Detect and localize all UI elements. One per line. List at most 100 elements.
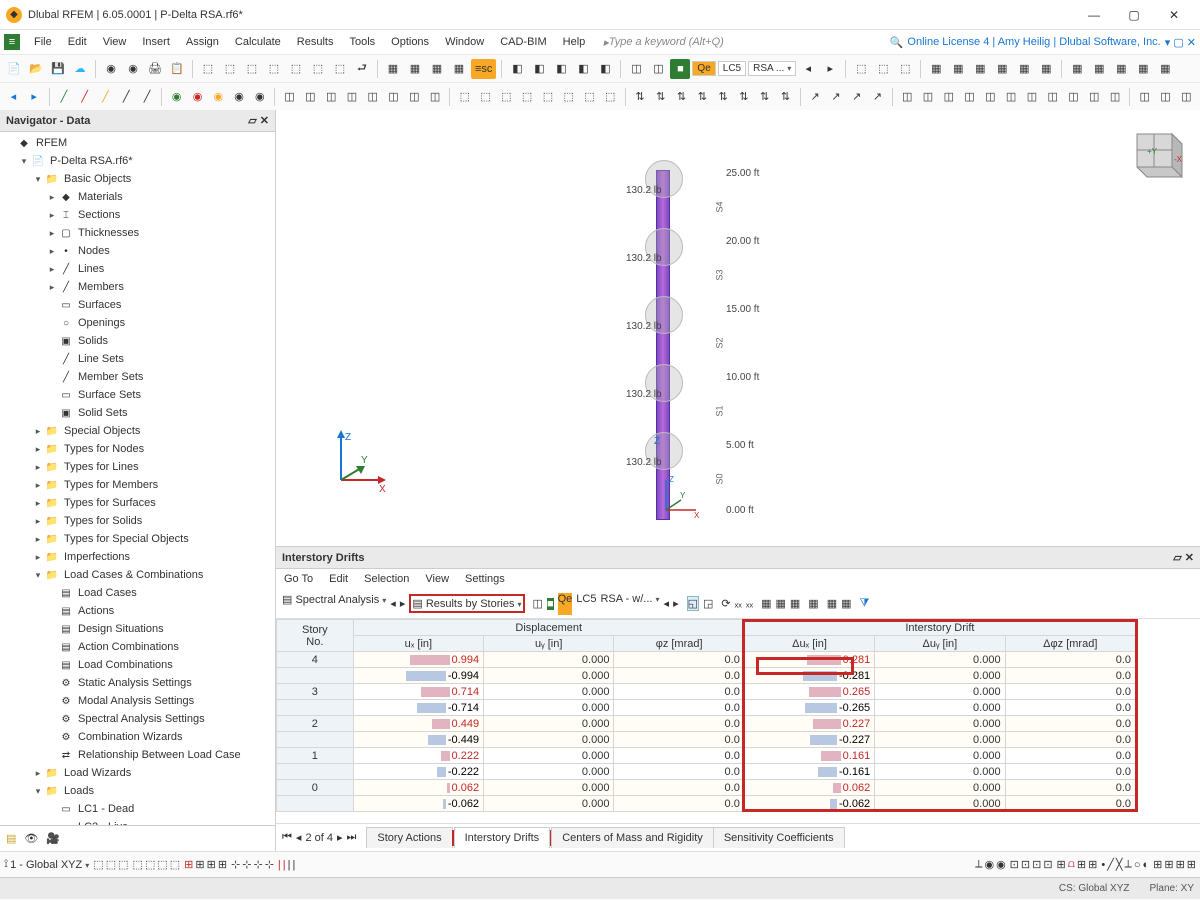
bt-btn[interactable]: ⬚: [170, 858, 180, 871]
tb-btn[interactable]: ⬚: [286, 59, 306, 79]
tree-basic-1[interactable]: ▸⌶Sections: [0, 206, 275, 224]
menu-file[interactable]: File: [26, 36, 60, 48]
tb-btn[interactable]: ▦: [1014, 59, 1034, 79]
bt-btn[interactable]: ⊡: [1010, 858, 1019, 871]
menu-calculate[interactable]: Calculate: [227, 36, 289, 48]
tab-story-actions[interactable]: Story Actions: [366, 827, 452, 848]
menu-cadbim[interactable]: CAD-BIM: [492, 36, 554, 48]
tab-sensitivity[interactable]: Sensitivity Coefficients: [713, 827, 845, 848]
next-icon[interactable]: ▸: [820, 59, 840, 79]
tb-btn[interactable]: ◧: [595, 59, 615, 79]
tb2-btn[interactable]: ◫: [1106, 87, 1125, 107]
tree-types-3[interactable]: ▸📁Types for Members: [0, 476, 275, 494]
tree-basic-6[interactable]: ▭Surfaces: [0, 296, 275, 314]
tb2-btn[interactable]: ◫: [1135, 87, 1154, 107]
bt-btn[interactable]: ◉: [996, 858, 1006, 871]
dock-icon[interactable]: ▱: [248, 115, 256, 127]
tb-btn[interactable]: ▦: [405, 59, 425, 79]
menu-tools[interactable]: Tools: [341, 36, 383, 48]
tb2-btn[interactable]: ◫: [960, 87, 979, 107]
tree-basic-11[interactable]: ▭Surface Sets: [0, 386, 275, 404]
new-icon[interactable]: 📄: [4, 59, 24, 79]
bt-btn[interactable]: ⟟: [4, 858, 8, 871]
tb-btn[interactable]: ⬚: [873, 59, 893, 79]
tb-btn[interactable]: ■: [670, 59, 690, 79]
tb-btn[interactable]: ⬚: [330, 59, 350, 79]
nav-eye-icon[interactable]: 👁: [24, 832, 38, 845]
tree-loads[interactable]: ▾📁Loads: [0, 782, 275, 800]
bt-btn[interactable]: ╳: [1116, 858, 1123, 871]
panel-close-icon[interactable]: ✕: [1185, 552, 1194, 564]
tb2-btn[interactable]: ◫: [1023, 87, 1042, 107]
tb2-btn[interactable]: ⬚: [476, 87, 495, 107]
tb2-btn[interactable]: ◉: [167, 87, 186, 107]
prev-icon[interactable]: ◂: [296, 831, 302, 844]
tb-btn[interactable]: ▦: [449, 59, 469, 79]
tree-basic-10[interactable]: ╱Member Sets: [0, 368, 275, 386]
tab-centers[interactable]: Centers of Mass and Rigidity: [551, 827, 714, 848]
lc-combo[interactable]: LC5: [718, 61, 746, 76]
panel-tb-btn[interactable]: ▦: [808, 597, 818, 610]
cloud-icon[interactable]: ☁: [70, 59, 90, 79]
panel-tb-btn[interactable]: ⟳: [721, 597, 730, 610]
tree-lc-2[interactable]: ▤Design Situations: [0, 620, 275, 638]
tb-btn[interactable]: ▦: [948, 59, 968, 79]
tb2-btn[interactable]: ◉: [209, 87, 228, 107]
tree-types-2[interactable]: ▸📁Types for Lines: [0, 458, 275, 476]
tab-interstory-drifts[interactable]: Interstory Drifts: [454, 827, 551, 848]
tb2-btn[interactable]: ⇅: [651, 87, 670, 107]
tb2-btn[interactable]: ◉: [250, 87, 269, 107]
last-icon[interactable]: ⏭: [347, 831, 357, 844]
panel-view[interactable]: View: [425, 573, 449, 585]
tb-btn[interactable]: ▦: [970, 59, 990, 79]
tb2-btn[interactable]: ◫: [1043, 87, 1062, 107]
tb-btn[interactable]: ▦: [1111, 59, 1131, 79]
tb-btn[interactable]: ◧: [573, 59, 593, 79]
tb2-btn[interactable]: ◫: [426, 87, 445, 107]
nav-camera-icon[interactable]: 🎥: [46, 832, 60, 845]
bt-btn[interactable]: ⊞: [1187, 858, 1196, 871]
tb-btn[interactable]: ▦: [1067, 59, 1087, 79]
bt-btn[interactable]: ⊹: [253, 858, 262, 871]
bt-btn[interactable]: ⬚: [145, 858, 155, 871]
tree-basic-12[interactable]: ▣Solid Sets: [0, 404, 275, 422]
tree-basic-9[interactable]: ╱Line Sets: [0, 350, 275, 368]
printout-icon[interactable]: 📋: [167, 59, 187, 79]
bt-btn[interactable]: ⊡: [1043, 858, 1052, 871]
bt-btn[interactable]: ⬚: [93, 858, 103, 871]
tb-btn[interactable]: ▦: [1036, 59, 1056, 79]
filter-icon[interactable]: ⧩: [860, 597, 870, 610]
tb2-btn[interactable]: ▸: [25, 87, 44, 107]
cs-combo[interactable]: 1 - Global XYZ ▾: [10, 859, 89, 871]
tb2-btn[interactable]: ◫: [322, 87, 341, 107]
panel-tb-btn[interactable]: ₓₓ: [746, 598, 753, 610]
print-icon[interactable]: 🖨: [145, 59, 165, 79]
tree-lc-3[interactable]: ▤Action Combinations: [0, 638, 275, 656]
tree-load-0[interactable]: ▭LC1 - Dead: [0, 800, 275, 818]
tb-btn[interactable]: ▦: [992, 59, 1012, 79]
results-by-combo[interactable]: ▤ Results by Stories ▾: [412, 598, 521, 610]
tree-basic[interactable]: ▾📁Basic Objects: [0, 170, 275, 188]
tree-types-7[interactable]: ▸📁Imperfections: [0, 548, 275, 566]
tb-btn[interactable]: ⬚: [308, 59, 328, 79]
tb2-btn[interactable]: ⬚: [539, 87, 558, 107]
tb2-btn[interactable]: ⇅: [693, 87, 712, 107]
tb2-btn[interactable]: ◫: [405, 87, 424, 107]
tb-btn[interactable]: ⮐: [352, 59, 372, 79]
tb-btn[interactable]: ▦: [427, 59, 447, 79]
tree-lc-5[interactable]: ⚙Static Analysis Settings: [0, 674, 275, 692]
menu-help[interactable]: Help: [555, 36, 594, 48]
bt-btn[interactable]: ⊹: [265, 858, 274, 871]
tb-btn[interactable]: ⬚: [264, 59, 284, 79]
bt-btn[interactable]: ⊞: [207, 858, 216, 871]
tree-lc[interactable]: ▾📁Load Cases & Combinations: [0, 566, 275, 584]
tb-btn[interactable]: ◧: [551, 59, 571, 79]
tb2-btn[interactable]: ◫: [343, 87, 362, 107]
panel-tb-btn[interactable]: ◱: [687, 596, 699, 611]
menu-edit[interactable]: Edit: [60, 36, 95, 48]
panel-rsa[interactable]: RSA - w/... ▾: [600, 593, 659, 615]
tree-file[interactable]: ▾📄P-Delta RSA.rf6*: [0, 152, 275, 170]
tb-btn[interactable]: ▦: [926, 59, 946, 79]
tree-lw[interactable]: ▸📁Load Wizards: [0, 764, 275, 782]
model-viewport[interactable]: 130.2 lb 130.2 lb 130.2 lb 130.2 lb 130.…: [276, 110, 1200, 546]
